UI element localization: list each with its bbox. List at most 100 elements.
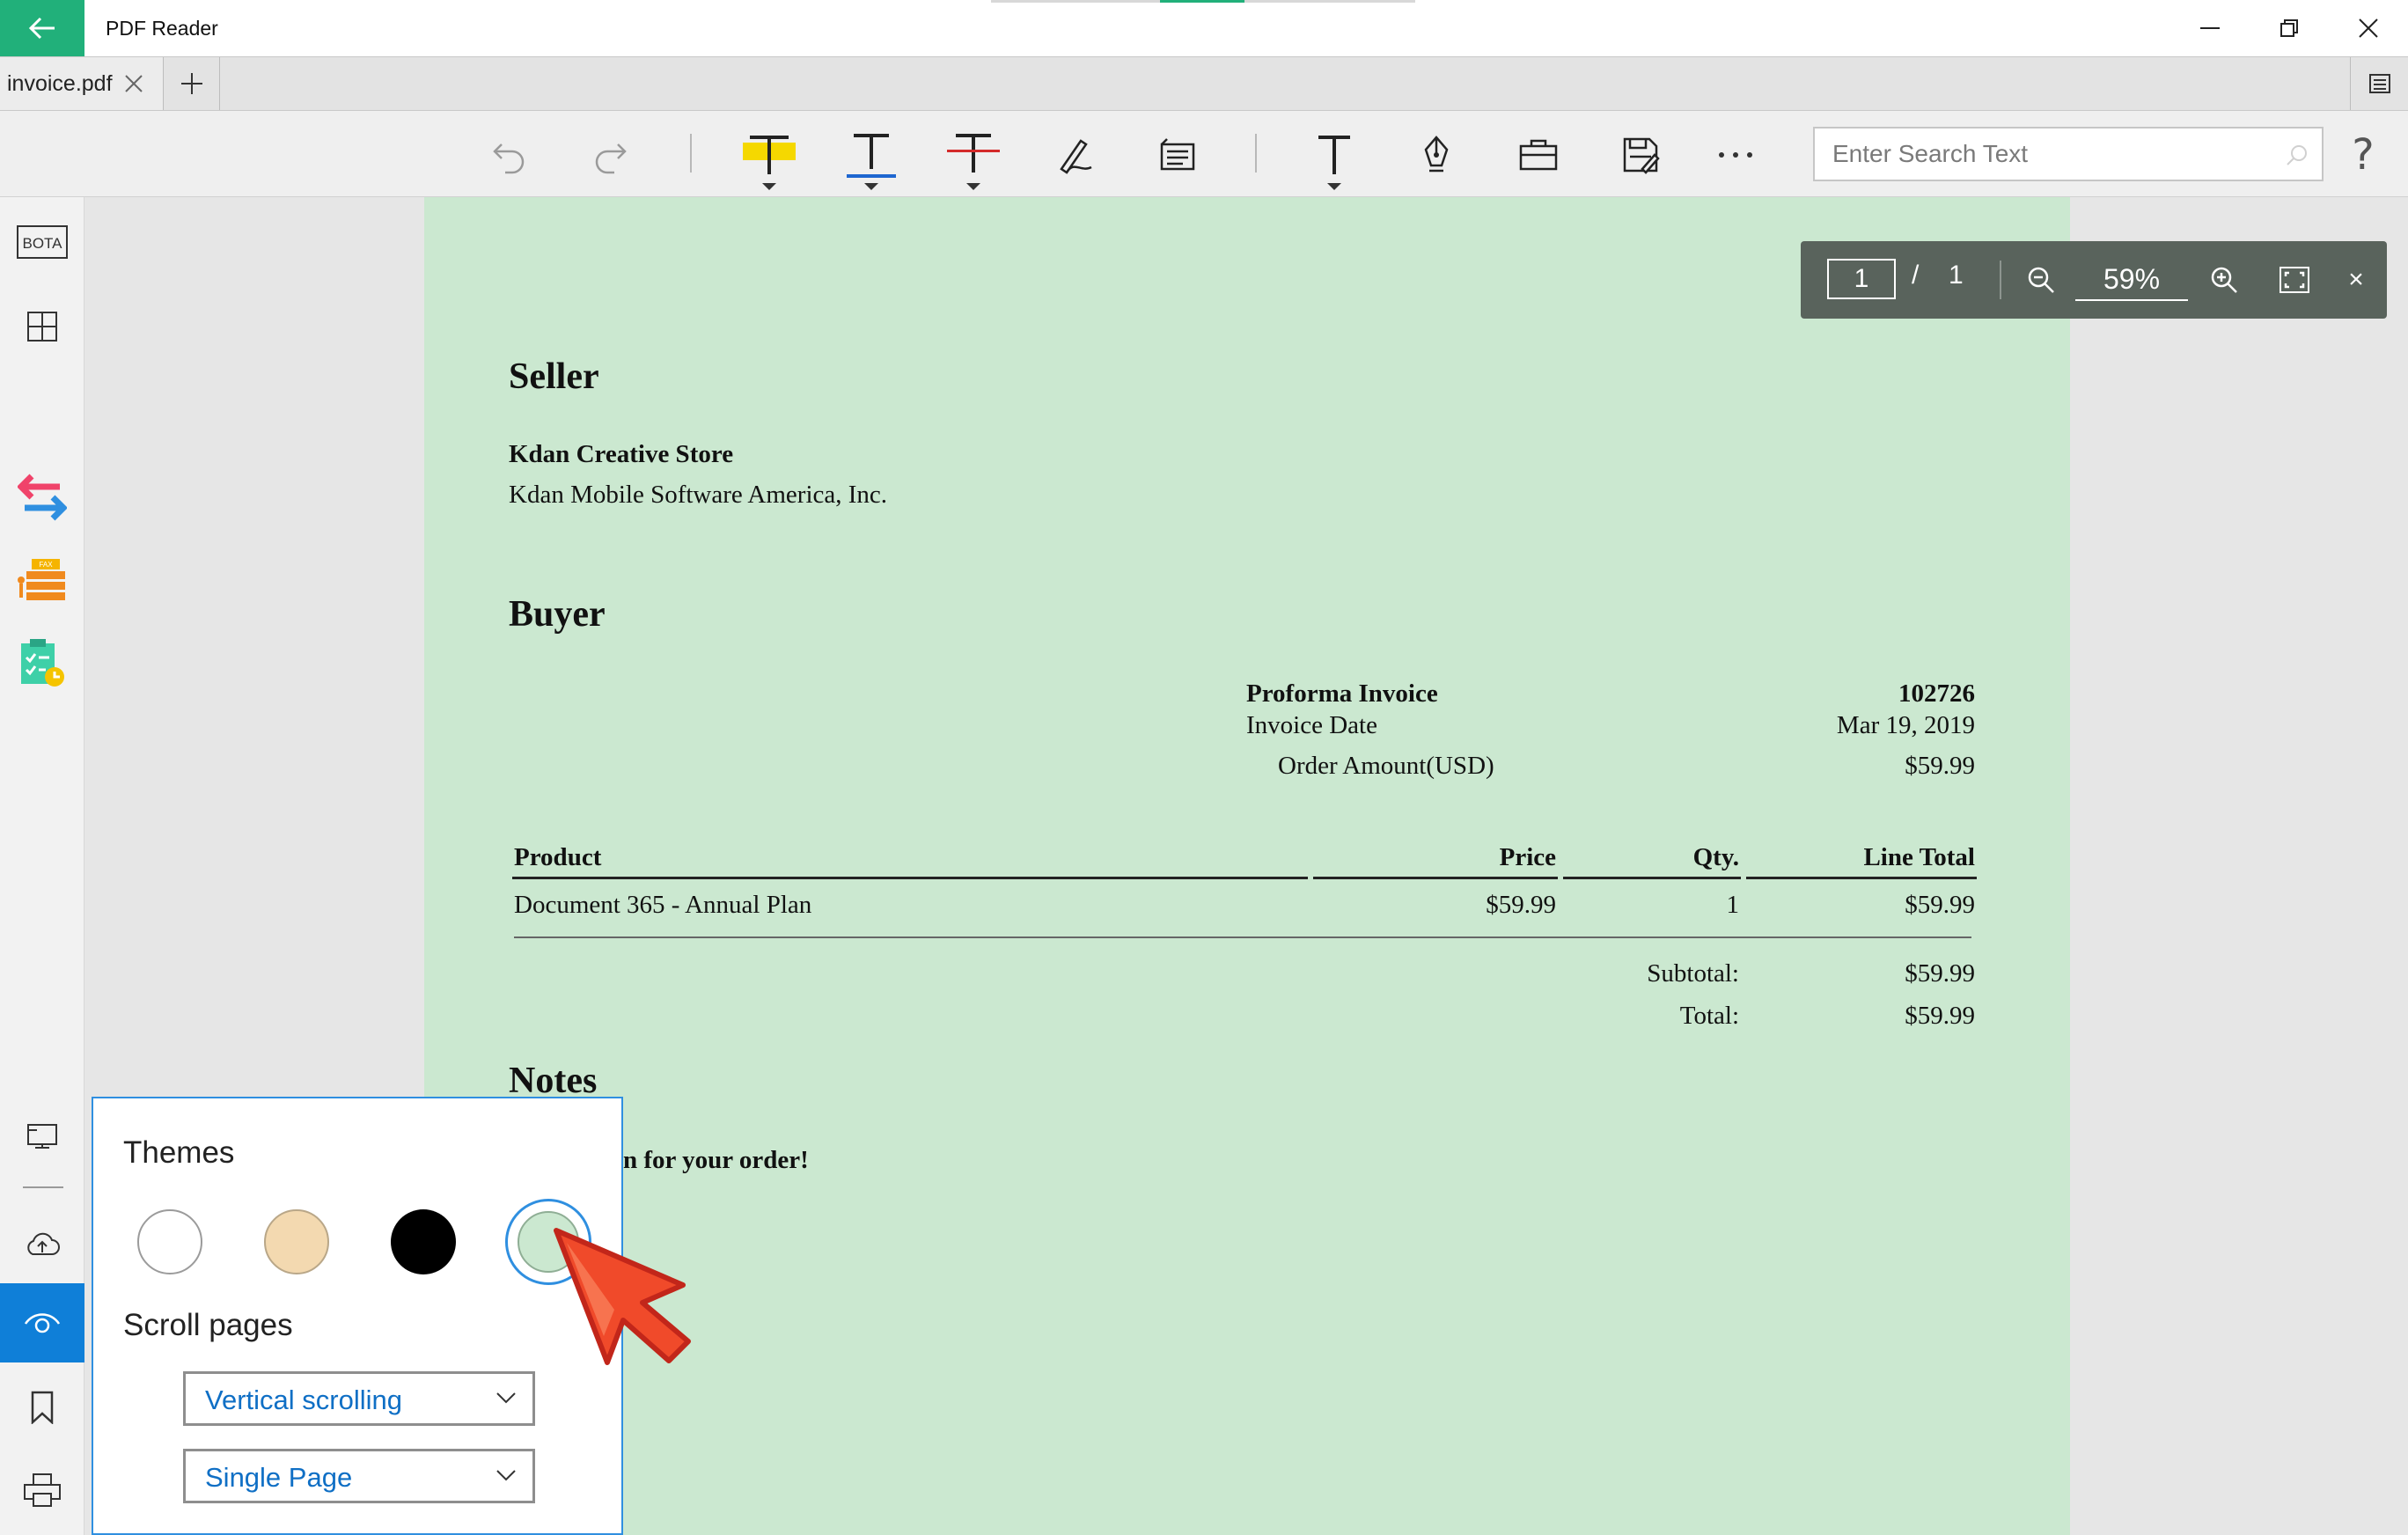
tab-list-button[interactable] [2350, 57, 2408, 110]
zoom-out-button[interactable] [2019, 259, 2063, 301]
page-total: 1 [1949, 261, 1964, 290]
back-button[interactable] [0, 0, 84, 56]
view-settings-button[interactable] [0, 1283, 84, 1362]
thumbnails-button[interactable] [0, 287, 84, 366]
tab-close-button[interactable] [121, 71, 146, 96]
title-bar: PDF Reader [0, 0, 2408, 56]
svg-text:FAX: FAX [39, 561, 53, 569]
help-button[interactable]: ? [2332, 120, 2394, 190]
zoom-in-icon [2211, 267, 2237, 293]
printer-icon [24, 1473, 61, 1507]
close-icon [125, 75, 143, 92]
minimize-button[interactable] [2170, 0, 2250, 56]
page-zoom-toolbar: / 1 59% × [1801, 241, 2387, 319]
freehand-draw-button[interactable] [1040, 120, 1111, 190]
zoom-in-button[interactable] [2202, 259, 2246, 301]
col-header-qty: Qty. [1692, 843, 1739, 871]
save-button[interactable] [1605, 120, 1676, 190]
bota-button[interactable]: BOTA [0, 202, 84, 282]
col-header-price: Price [1499, 843, 1556, 871]
print-button[interactable] [0, 1451, 84, 1530]
briefcase-icon [1519, 139, 1558, 171]
chevron-down-icon [864, 183, 878, 190]
seller-heading: Seller [509, 356, 599, 397]
fit-screen-icon [2280, 267, 2309, 293]
page-number-input[interactable] [1827, 259, 1896, 299]
col-header-line-total: Line Total [1863, 843, 1975, 871]
total-label: Total: [1679, 1002, 1739, 1030]
underline-icon [847, 134, 896, 178]
strikethrough-text-button[interactable] [938, 120, 1009, 190]
redo-icon [595, 143, 627, 174]
new-tab-button[interactable] [164, 57, 220, 110]
left-sidebar: BOTA FAX [0, 197, 84, 1535]
redo-button[interactable] [576, 120, 646, 190]
restore-button[interactable] [2250, 0, 2329, 56]
clipboard-check-icon [21, 639, 64, 687]
sign-button[interactable] [1401, 120, 1472, 190]
bookmark-icon [31, 1391, 54, 1424]
row-product: Document 365 - Annual Plan [514, 891, 812, 919]
close-window-button[interactable] [2329, 0, 2408, 56]
cloud-button[interactable] [0, 1204, 84, 1283]
search-input[interactable] [1815, 129, 2272, 180]
pointer-arrow-icon [554, 1228, 691, 1365]
save-edit-icon [1623, 137, 1660, 174]
subtotal-value: $59.99 [1905, 959, 1975, 988]
convert-button[interactable] [0, 458, 84, 537]
search-icon[interactable] [2285, 143, 2309, 167]
col-header-product: Product [514, 843, 602, 871]
title-progress-indicator [1160, 0, 1244, 3]
highlight-text-button[interactable] [734, 120, 804, 190]
arrow-left-icon [28, 17, 55, 40]
toolbox-button[interactable] [1503, 120, 1574, 190]
scroll-mode-dropdown[interactable]: Vertical scrolling [183, 1371, 535, 1426]
undo-icon [493, 143, 525, 174]
tab-bar: invoice.pdf [0, 56, 2408, 111]
add-text-button[interactable] [1299, 120, 1369, 190]
buyer-heading: Buyer [509, 594, 606, 635]
page-mode-dropdown[interactable]: Single Page [183, 1449, 535, 1503]
row-qty: 1 [1726, 891, 1740, 919]
bookmark-button[interactable] [0, 1368, 84, 1447]
more-icon [1719, 152, 1752, 158]
note-button[interactable] [1142, 120, 1213, 190]
zoom-toolbar-close-button[interactable]: × [2334, 259, 2378, 301]
undo-button[interactable] [474, 120, 544, 190]
notes-text: n for your order! [623, 1146, 809, 1174]
strikethrough-icon [947, 134, 1000, 173]
highlight-icon [743, 136, 796, 174]
chevron-down-icon [1327, 183, 1341, 190]
seller-company: Kdan Mobile Software America, Inc. [509, 481, 888, 509]
tab-invoice[interactable]: invoice.pdf [0, 57, 164, 110]
seller-name: Kdan Creative Store [509, 440, 734, 468]
monitor-icon [27, 1124, 57, 1149]
theme-white-swatch[interactable] [137, 1209, 202, 1274]
cloud-upload-icon [27, 1232, 60, 1255]
bota-label: BOTA [22, 235, 62, 252]
order-amount-value: $59.99 [1905, 752, 1975, 780]
chevron-down-icon [762, 183, 776, 190]
subtotal-label: Subtotal: [1647, 959, 1739, 988]
eye-icon [24, 1313, 61, 1333]
scroll-mode-value: Vertical scrolling [205, 1384, 402, 1415]
invoice-date-label: Invoice Date [1246, 711, 1377, 739]
search-box[interactable] [1813, 127, 2324, 181]
more-options-button[interactable] [1700, 120, 1771, 190]
page-mode-value: Single Page [205, 1462, 353, 1493]
underline-text-button[interactable] [836, 120, 907, 190]
toolbar-separator [1255, 134, 1257, 173]
fax-button[interactable]: FAX [0, 540, 84, 620]
row-price: $59.99 [1486, 891, 1556, 919]
theme-black-swatch[interactable] [391, 1209, 456, 1274]
tasks-button[interactable] [0, 623, 84, 702]
fit-page-button[interactable] [2272, 259, 2316, 301]
order-amount-label: Order Amount(USD) [1278, 752, 1494, 780]
grid-icon [27, 312, 57, 342]
theme-beige-swatch[interactable] [264, 1209, 329, 1274]
tab-label: invoice.pdf [7, 70, 113, 96]
zoom-level-field[interactable]: 59% [2075, 259, 2188, 301]
bota-icon: BOTA [17, 225, 68, 259]
presentation-button[interactable] [0, 1097, 84, 1176]
list-icon [2368, 74, 2390, 93]
